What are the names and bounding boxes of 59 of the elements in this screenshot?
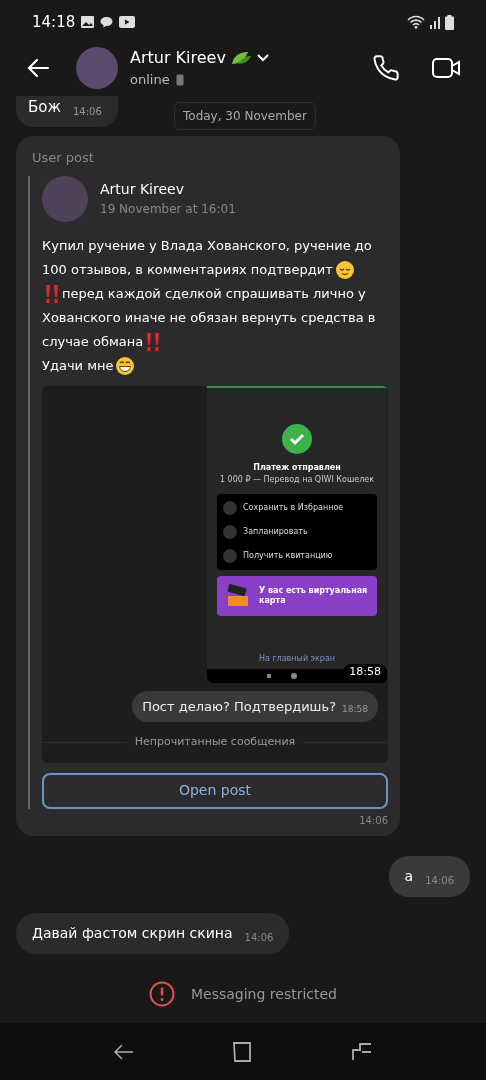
recents-nav-icon[interactable]: [351, 1041, 374, 1062]
message-text: Бож: [28, 97, 61, 118]
play-icon: [119, 16, 136, 28]
double-exclamation-icon: [145, 331, 162, 352]
message-time: 14:06: [425, 873, 454, 888]
action-icon: [223, 500, 237, 515]
message-time: 14:06: [244, 930, 274, 945]
post-label: User post: [32, 149, 95, 167]
action-label[interactable]: Получить квитанцию: [243, 549, 333, 562]
video-camera-icon: [431, 56, 461, 80]
message-text: а: [404, 866, 414, 886]
message-time: 14:06: [359, 813, 388, 828]
quoted-message-text: Пост делаю? Подтвердишь?: [142, 697, 337, 716]
author-avatar: [42, 175, 88, 222]
unread-divider-label: Непрочитанные сообщения: [134, 734, 296, 750]
post-text-line: Хованского иначе не обязан вернуть средства в: [42, 308, 376, 327]
chat-icon: [100, 16, 114, 28]
wifi-icon: [407, 15, 425, 29]
open-post-button[interactable]: Open post: [42, 772, 388, 809]
signal-icon: [429, 15, 441, 29]
smiling-face-icon: [334, 259, 355, 280]
back-arrow-icon: [26, 58, 50, 78]
promo-text: У вас есть виртуальная карта: [259, 585, 369, 606]
image-icon: [81, 16, 95, 28]
post-text-line: перед каждой сделкой спрашивать лично у: [62, 284, 366, 303]
message-text: Давай фастом скрин скина: [32, 923, 233, 943]
check-circle-icon: [282, 423, 312, 454]
message-time: 14:06: [73, 104, 102, 119]
cards-basket-icon: [225, 583, 251, 608]
double-exclamation-icon: [44, 283, 60, 304]
leaf-icon: [229, 50, 252, 67]
action-label[interactable]: Запланировать: [243, 525, 308, 538]
restriction-notice: Messaging restricted: [191, 984, 337, 1004]
payment-subtitle: 1 000 ₽ — Перевод на QIWI Кошелек: [219, 473, 375, 486]
contact-status: online: [130, 71, 170, 90]
post-text-line: 100 отзывов, в комментариях подтвердит: [42, 260, 333, 279]
action-icon: [223, 524, 237, 539]
action-label[interactable]: Сохранить в Избранное: [243, 501, 344, 514]
back-nav-icon[interactable]: [112, 1041, 135, 1062]
quoted-message-time: 18:58: [342, 702, 368, 716]
clock: 14:18: [32, 11, 76, 33]
date-chip: Today, 30 November: [174, 102, 316, 130]
action-icon: [223, 548, 237, 563]
phone-device-icon: [175, 74, 184, 86]
grinning-face-icon: [115, 355, 136, 376]
payment-title: Платеж отправлен: [253, 461, 341, 474]
home-link[interactable]: На главный экран: [258, 652, 336, 665]
post-date: 19 November at 16:01: [100, 201, 236, 218]
contact-name[interactable]: Artur Kireev: [130, 46, 226, 71]
post-text-line: Удачи мне: [42, 356, 114, 375]
home-nav-icon[interactable]: [232, 1040, 254, 1063]
post-text-line: Купил ручение у Влада Хованского, ручение до: [42, 236, 372, 255]
post-text-line: случае обмана: [42, 332, 144, 351]
battery-icon: [445, 14, 454, 30]
warning-icon: [149, 981, 175, 1007]
phone-icon: [372, 54, 400, 82]
chevron-down-icon[interactable]: [255, 53, 270, 64]
post-author: Artur Kireev: [100, 180, 185, 199]
nav-square-icon: [267, 673, 271, 678]
